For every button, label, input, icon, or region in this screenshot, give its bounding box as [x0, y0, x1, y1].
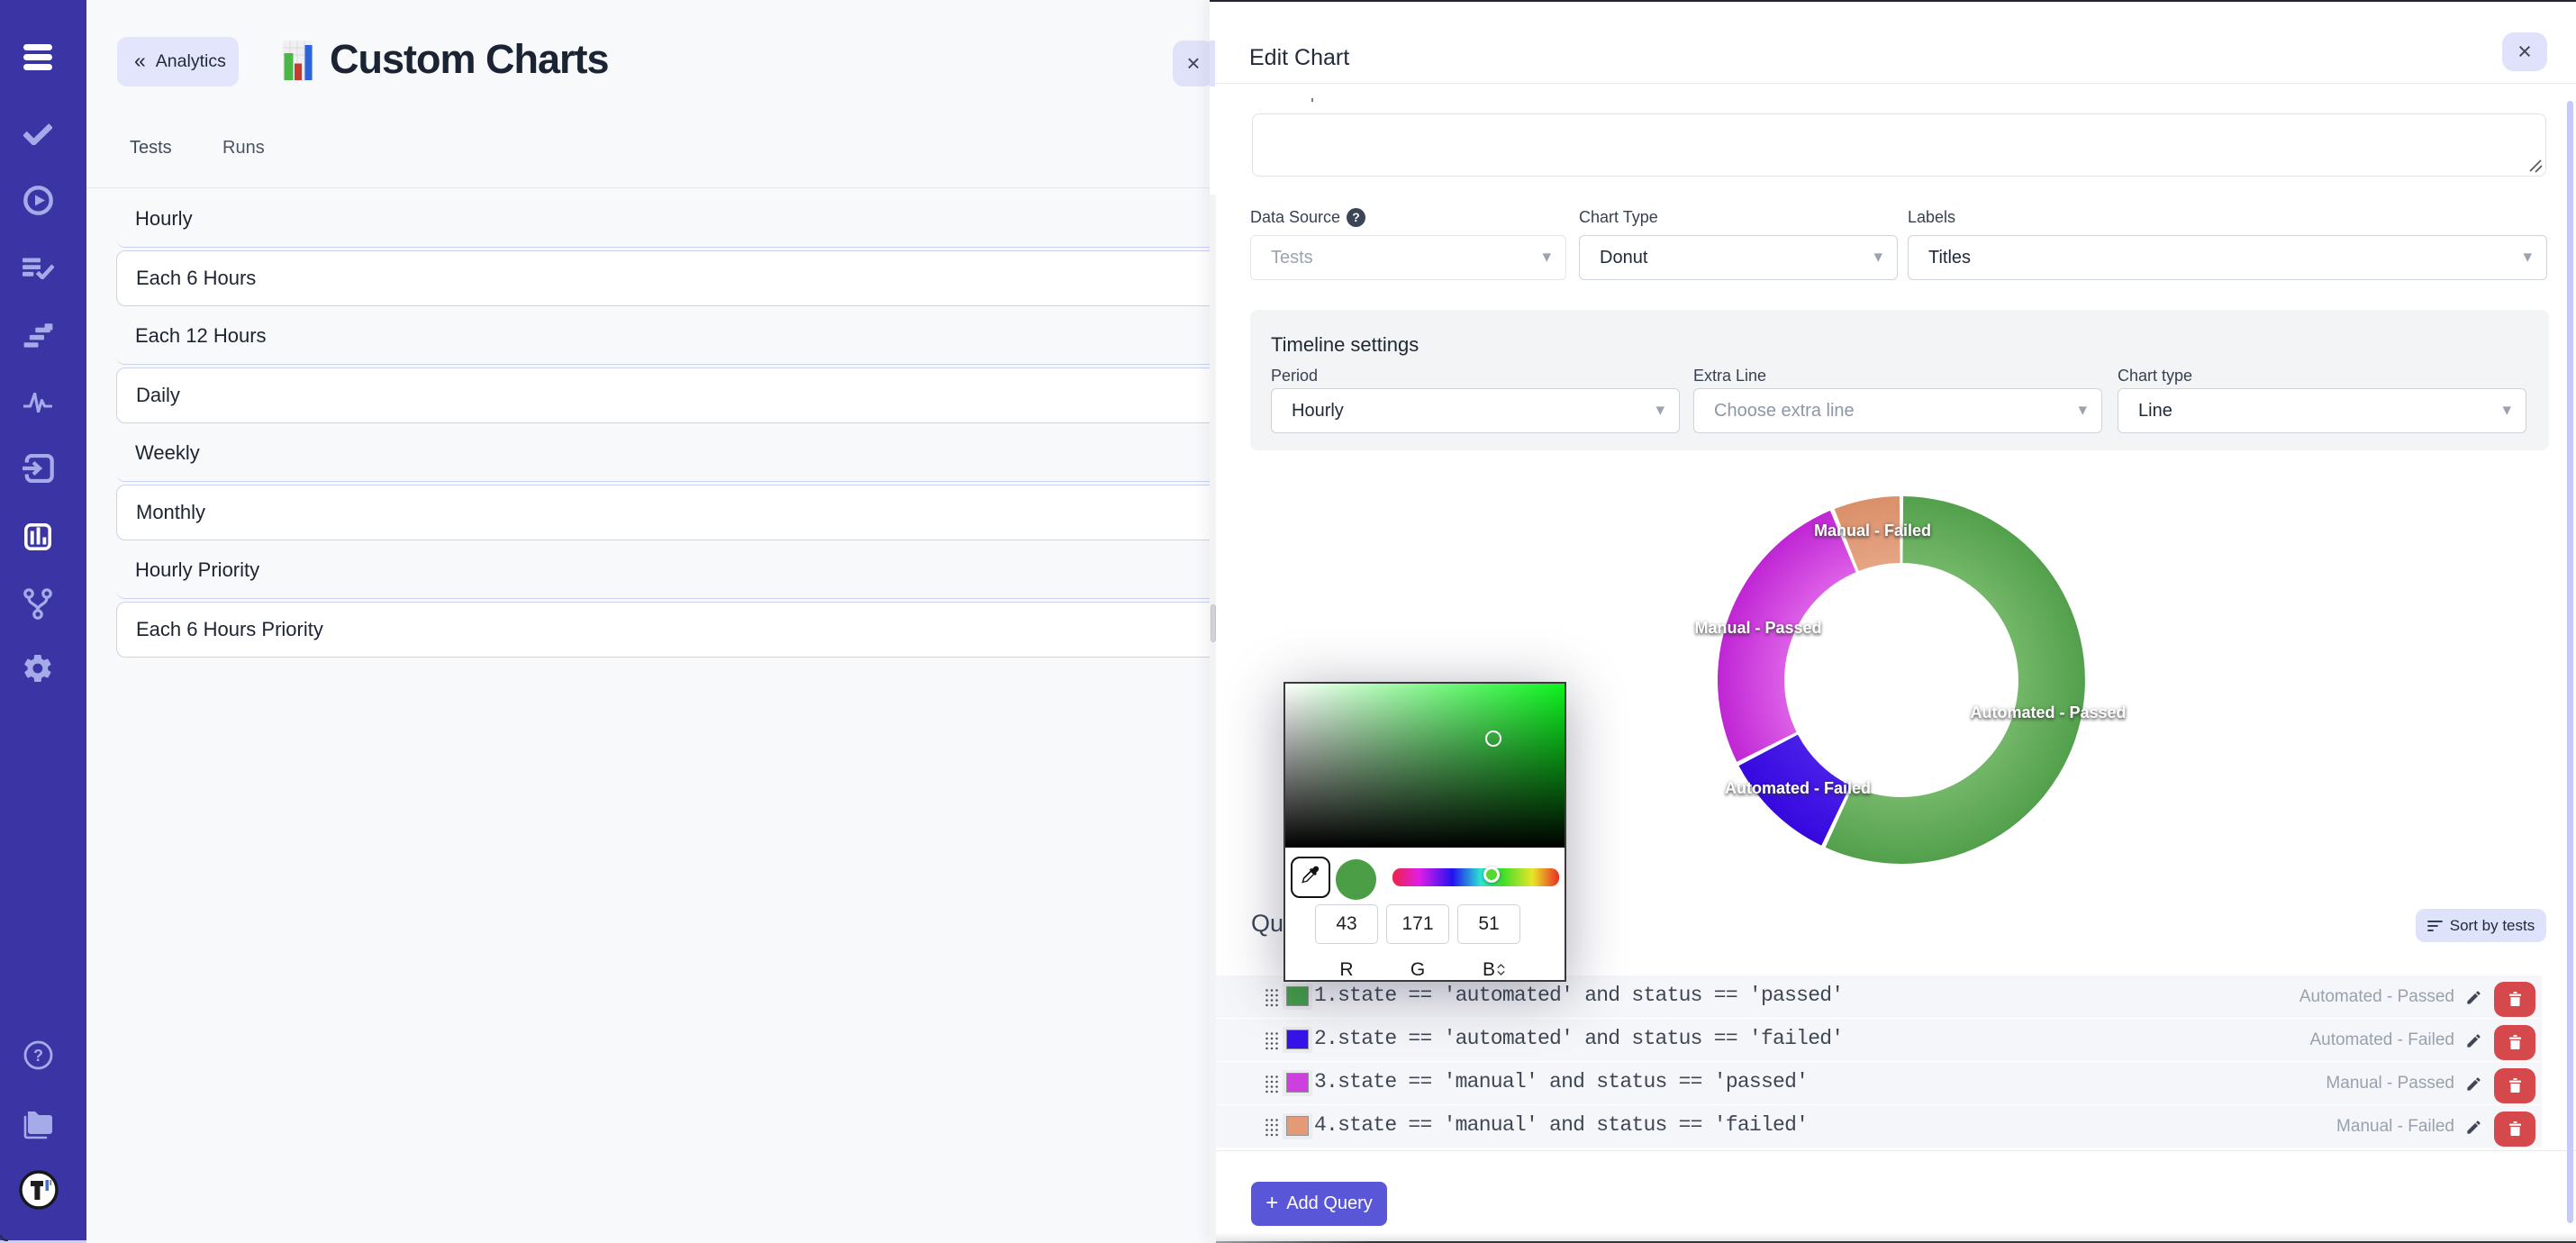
svg-text:?: ?	[33, 1047, 43, 1065]
